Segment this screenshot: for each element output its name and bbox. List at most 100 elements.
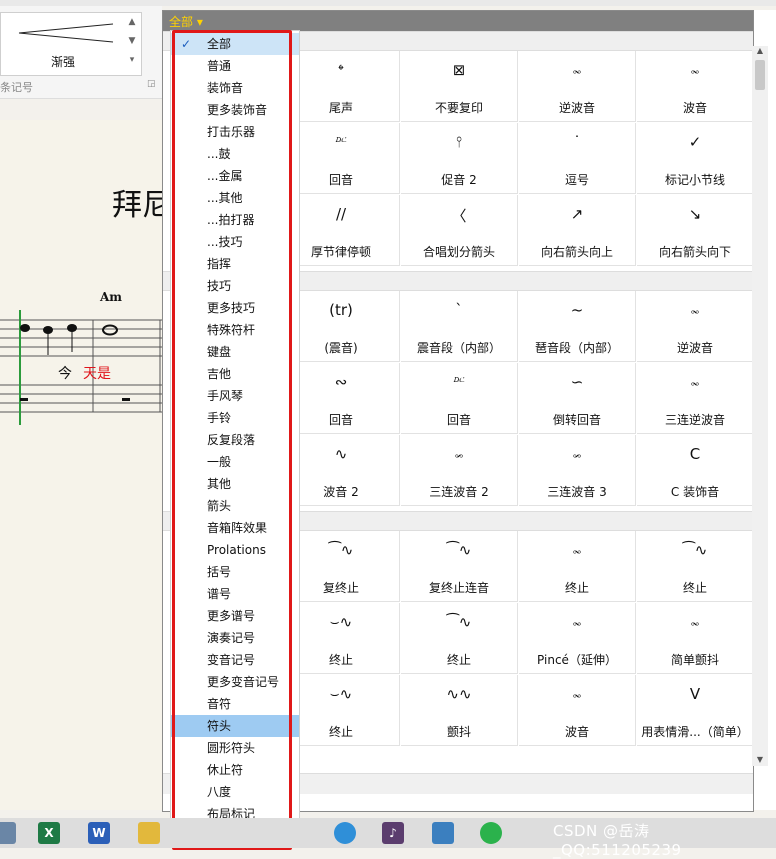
dynamic-gallery[interactable]: 渐强 ▲ ▼ ▾	[0, 12, 142, 76]
palette-cell[interactable]: ↘ 向右箭头向下	[637, 195, 754, 266]
scroll-down-icon[interactable]: ▼	[752, 755, 768, 767]
menu-item[interactable]: 打击乐器	[171, 121, 299, 143]
menu-item[interactable]: 装饰音	[171, 77, 299, 99]
menu-item[interactable]: 变音记号	[171, 649, 299, 671]
menu-item[interactable]: ✓ 全部	[171, 33, 299, 55]
menu-item[interactable]: 谱号	[171, 583, 299, 605]
menu-item[interactable]: 技巧	[171, 275, 299, 297]
palette-symbol-icon: ↗	[570, 205, 584, 223]
palette-cell[interactable]: 𝆗 简单颤抖	[637, 603, 754, 674]
palette-cell[interactable]: 𝆗 逆波音	[519, 51, 636, 122]
menu-item[interactable]: 休止符	[171, 759, 299, 781]
menu-item[interactable]: ...其他	[171, 187, 299, 209]
menu-item[interactable]: 更多谱号	[171, 605, 299, 627]
menu-item[interactable]: Prolations	[171, 539, 299, 561]
menu-item[interactable]: 手铃	[171, 407, 299, 429]
palette-cell[interactable]: 𝆗 Pincé（延伸）	[519, 603, 636, 674]
palette-cell[interactable]: 𝄊 回音	[283, 123, 400, 194]
menu-item[interactable]: 圆形符头	[171, 737, 299, 759]
palette-cell[interactable]: ~ 琶音段（内部）	[519, 291, 636, 362]
palette-cell[interactable]: 𝆗 三连逆波音	[637, 363, 754, 434]
palette-cell[interactable]: ⌣∿ 终止	[283, 603, 400, 674]
chevron-up-icon[interactable]: ▲	[125, 13, 139, 32]
palette-cell[interactable]: ˙ 逗号	[519, 123, 636, 194]
palette-cell[interactable]: 𝆘 三连波音 3	[519, 435, 636, 506]
menu-item[interactable]: 更多变音记号	[171, 671, 299, 693]
palette-cell[interactable]: ⌣∿ 终止	[283, 675, 400, 746]
menu-item[interactable]: 键盘	[171, 341, 299, 363]
palette-cell[interactable]: 𝄊 回音	[401, 363, 518, 434]
chord-symbol[interactable]: Am	[100, 290, 122, 304]
menu-item[interactable]: ...技巧	[171, 231, 299, 253]
palette-cell[interactable]: ⁀∿ 终止	[637, 531, 754, 602]
palette-cell[interactable]: ⫯ 促音 2	[401, 123, 518, 194]
scroll-up-icon[interactable]: ▲	[752, 46, 768, 58]
palette-cell-label: 波音	[682, 101, 707, 115]
palette-cell[interactable]: 𝆗 波音	[519, 675, 636, 746]
edge-icon[interactable]	[334, 822, 356, 844]
menu-item[interactable]: 音符	[171, 693, 299, 715]
palette-cell[interactable]: 𝆗 终止	[519, 531, 636, 602]
wechat-icon[interactable]	[480, 822, 502, 844]
menu-item[interactable]: 反复段落	[171, 429, 299, 451]
palette-cell[interactable]: 𝆗 逆波音	[637, 291, 754, 362]
taskbar-app-icon[interactable]	[0, 822, 16, 844]
palette-cell[interactable]: ∾ 回音	[283, 363, 400, 434]
menu-item[interactable]: 指挥	[171, 253, 299, 275]
palette-symbol-icon: ⌣∿	[329, 685, 353, 703]
palette-cell[interactable]: V 用表情滑...（简单）	[637, 675, 754, 746]
folder-icon[interactable]	[138, 822, 160, 844]
palette-cell[interactable]: ⁀∿ 复终止连音	[401, 531, 518, 602]
musescore-icon[interactable]: ♪	[382, 822, 404, 844]
filter-dropdown[interactable]: 全部 ▾	[169, 13, 203, 30]
palette-cell[interactable]: // 厚节律停顿	[283, 195, 400, 266]
menu-item[interactable]: 八度	[171, 781, 299, 803]
palette-cell[interactable]: C C 装饰音	[637, 435, 754, 506]
chevron-down-icon[interactable]: ▼	[125, 32, 139, 51]
palette-cell[interactable]: ∽ 倒转回音	[519, 363, 636, 434]
menu-item[interactable]: 括号	[171, 561, 299, 583]
lyric[interactable]: 今	[58, 363, 72, 383]
palette-cell[interactable]: 𝄌 尾声	[283, 51, 400, 122]
menu-item-label: 箭头	[207, 499, 232, 513]
menu-item[interactable]: 音箱阵效果	[171, 517, 299, 539]
palette-cell[interactable]: 𝆗 波音	[637, 51, 754, 122]
palette-scrollbar[interactable]	[752, 46, 768, 766]
palette-cell[interactable]: ˋ 震音段（内部）	[401, 291, 518, 362]
palette-cell[interactable]: (tr) (震音)	[283, 291, 400, 362]
menu-item[interactable]: 普通	[171, 55, 299, 77]
lyric-highlighted[interactable]: 天是	[83, 363, 111, 383]
menu-item[interactable]: 演奏记号	[171, 627, 299, 649]
word-icon[interactable]: W	[88, 822, 110, 844]
palette-cell[interactable]: ∿∿ 颤抖	[401, 675, 518, 746]
gallery-scroller[interactable]: ▲ ▼ ▾	[125, 13, 139, 71]
palette-cell[interactable]: 𝆘 三连波音 2	[401, 435, 518, 506]
palette-cell[interactable]: ⊠ 不要复印	[401, 51, 518, 122]
menu-item[interactable]: ...鼓	[171, 143, 299, 165]
menu-item[interactable]: ...拍打器	[171, 209, 299, 231]
menu-item[interactable]: 吉他	[171, 363, 299, 385]
menu-item[interactable]: 箭头	[171, 495, 299, 517]
palette-cell[interactable]: 〈合唱划分箭头	[401, 195, 518, 266]
scrollbar-thumb[interactable]	[755, 60, 765, 90]
menu-item[interactable]: 符头	[171, 715, 299, 737]
menu-item[interactable]: 特殊符杆	[171, 319, 299, 341]
menu-item[interactable]: ...金属	[171, 165, 299, 187]
dialog-launcher-icon[interactable]: ◲	[147, 79, 156, 89]
palette-cell[interactable]: ⁀∿ 复终止	[283, 531, 400, 602]
palette-cell[interactable]: ∿ 波音 2	[283, 435, 400, 506]
palette-cell[interactable]: ✓ 标记小节线	[637, 123, 754, 194]
palette-cell[interactable]: ⁀∿ 终止	[401, 603, 518, 674]
menu-item[interactable]: 其他	[171, 473, 299, 495]
menu-item[interactable]: 手风琴	[171, 385, 299, 407]
expand-icon[interactable]: ▾	[125, 51, 139, 70]
menu-item[interactable]: 更多技巧	[171, 297, 299, 319]
palette-symbol-icon: V	[689, 685, 701, 703]
photos-icon[interactable]	[432, 822, 454, 844]
excel-icon[interactable]: X	[38, 822, 60, 844]
palette-cell-label: 合唱划分箭头	[422, 245, 495, 259]
palette-symbol-icon: ∿	[334, 445, 348, 463]
palette-cell[interactable]: ↗ 向右箭头向上	[519, 195, 636, 266]
menu-item[interactable]: 更多装饰音	[171, 99, 299, 121]
menu-item[interactable]: 一般	[171, 451, 299, 473]
